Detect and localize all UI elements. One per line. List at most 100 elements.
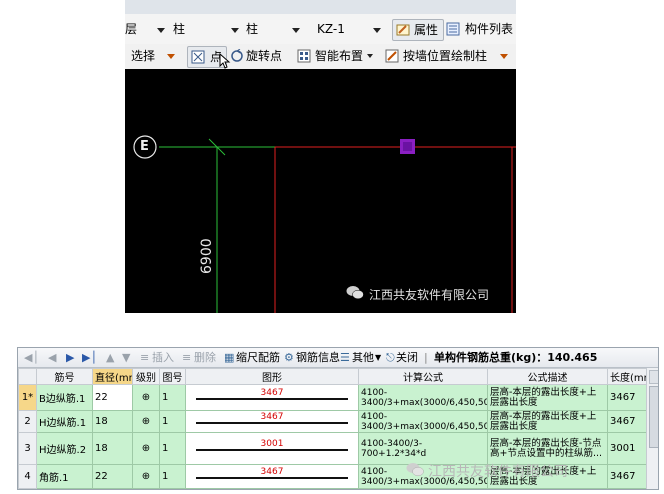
column-header-name[interactable]: 筋号 bbox=[36, 368, 93, 385]
next-record-icon[interactable]: ▶ bbox=[66, 348, 74, 367]
wall-column-chevron-icon[interactable] bbox=[500, 54, 508, 59]
column-header-formula[interactable]: 计算公式 bbox=[358, 368, 488, 385]
insert-button[interactable]: 插入 bbox=[152, 348, 174, 367]
row-index[interactable]: 2 bbox=[18, 410, 37, 433]
prev-record-icon[interactable]: ◀ bbox=[48, 348, 56, 367]
type-combo[interactable]: 柱 bbox=[173, 22, 185, 36]
cell-description[interactable]: 层高-本层的露出长度+上层露出长度 bbox=[487, 410, 608, 433]
floor-combo-chevron-icon[interactable] bbox=[157, 28, 165, 33]
figure-length: 3001 bbox=[260, 439, 284, 449]
first-record-icon[interactable]: ◀│ bbox=[24, 348, 39, 367]
delete-button[interactable]: 删除 bbox=[194, 348, 216, 367]
figure-length: 3467 bbox=[260, 388, 284, 398]
move-up-icon[interactable]: ▲ bbox=[106, 348, 114, 367]
drawing-canvas[interactable]: E 6900 江西共友软件有限公司 bbox=[125, 69, 516, 313]
rotate-point-icon[interactable] bbox=[230, 49, 244, 63]
cell-shape-no[interactable]: 1 bbox=[159, 464, 186, 489]
cell-figure[interactable]: 3467 bbox=[185, 384, 359, 411]
cell-description[interactable]: 层高-本层的露出长度-节点高+节点设置中的柱纵筋... bbox=[487, 432, 608, 465]
point-icon bbox=[191, 50, 205, 64]
rebar-info-button[interactable]: 钢筋信息 bbox=[296, 348, 340, 367]
smart-layout-button[interactable]: 智能布置 bbox=[315, 49, 363, 63]
cell-figure[interactable]: 3467 bbox=[185, 464, 359, 489]
table-header-row: 筋号 直径(mm) 级别 图号 图形 计算公式 公式描述 长度(mm bbox=[18, 368, 647, 385]
smart-layout-icon[interactable] bbox=[297, 49, 311, 63]
wall-column-button[interactable]: 按墙位置绘制柱 bbox=[403, 49, 487, 63]
cell-shape-no[interactable]: 1 bbox=[159, 384, 186, 411]
floor-combo-label[interactable]: 层 bbox=[125, 22, 137, 36]
wall-column-icon[interactable] bbox=[385, 49, 399, 63]
drawing-window: 层 柱 柱 KZ-1 属性 构件列表 选择 点 旋转点 智能布置 按墙位置绘制柱… bbox=[125, 0, 516, 313]
cell-grade[interactable]: ⊕ bbox=[132, 384, 160, 411]
row-index[interactable]: 4 bbox=[18, 464, 37, 489]
cell-name[interactable]: H边纵筋.1 bbox=[36, 410, 93, 433]
row-index[interactable]: 1* bbox=[18, 384, 37, 411]
row-index[interactable]: 3 bbox=[18, 432, 37, 465]
table-vertical-scrollbar[interactable] bbox=[646, 368, 658, 489]
cell-length[interactable]: 3467 bbox=[607, 464, 647, 489]
select-chevron-icon[interactable] bbox=[167, 54, 175, 59]
rebar-panel: ◀│ ◀ ▶ ▶│ ▲ ▼ ≡ 插入 ≡ 删除 ▦ 缩尺配筋 ⚙ 钢筋信息 ☰ … bbox=[17, 347, 659, 490]
cell-shape-no[interactable]: 1 bbox=[159, 432, 186, 465]
cell-formula[interactable]: 4100-3400/3+max(3000/6,450,500) bbox=[358, 384, 488, 411]
scroll-up-icon[interactable] bbox=[649, 370, 658, 384]
cell-description[interactable]: 层高-本层的露出长度+上层露出长度 bbox=[487, 384, 608, 411]
cell-length[interactable]: 3467 bbox=[607, 384, 647, 411]
smart-layout-chevron-icon[interactable] bbox=[367, 54, 373, 58]
cell-length[interactable]: 3001 bbox=[607, 432, 647, 465]
type-combo-chevron-icon[interactable] bbox=[231, 28, 239, 33]
move-down-icon[interactable]: ▼ bbox=[122, 348, 130, 367]
cell-grade[interactable]: ⊕ bbox=[132, 432, 160, 465]
cell-diameter[interactable]: 22 bbox=[92, 464, 133, 489]
column-header-length[interactable]: 长度(mm bbox=[607, 368, 647, 385]
figure-length: 3467 bbox=[260, 467, 284, 477]
cell-name[interactable]: B边纵筋.1 bbox=[36, 384, 93, 411]
cell-diameter[interactable]: 18 bbox=[92, 432, 133, 465]
component-combo-chevron-icon[interactable] bbox=[373, 28, 381, 33]
component-list-button[interactable]: 构件列表 bbox=[445, 19, 516, 39]
properties-button[interactable]: 属性 bbox=[392, 19, 444, 41]
scale-rebar-button[interactable]: 缩尺配筋 bbox=[236, 348, 280, 367]
table-row[interactable]: 3 H边纵筋.2 18 ⊕ 1 3001 4100-3400/3-700+1.2… bbox=[18, 432, 647, 465]
cell-formula[interactable]: 4100-3400/3-700+1.2*34*d bbox=[358, 432, 488, 465]
rebar-table-container: 筋号 直径(mm) 级别 图号 图形 计算公式 公式描述 长度(mm 1* B边… bbox=[18, 368, 658, 489]
cell-figure[interactable]: 3001 bbox=[185, 432, 359, 465]
subtype-combo[interactable]: 柱 bbox=[246, 22, 258, 36]
scroll-thumb[interactable] bbox=[649, 386, 658, 448]
cell-grade[interactable]: ⊕ bbox=[132, 410, 160, 433]
cell-name[interactable]: H边纵筋.2 bbox=[36, 432, 93, 465]
close-button[interactable]: 关闭 bbox=[396, 348, 418, 367]
delete-icon: ≡ bbox=[182, 351, 192, 364]
canvas-watermark: 江西共友软件有限公司 bbox=[369, 288, 490, 302]
component-toolbar: 层 柱 柱 KZ-1 属性 构件列表 bbox=[125, 14, 516, 45]
cell-name[interactable]: 角筋.1 bbox=[36, 464, 93, 489]
other-chevron-icon[interactable]: ▼ bbox=[375, 348, 381, 367]
cell-formula[interactable]: 4100-3400/3+max(3000/6,450,500) bbox=[358, 410, 488, 433]
canvas-drawing bbox=[133, 135, 516, 313]
row-header-corner bbox=[18, 368, 37, 385]
insert-icon: ≡ bbox=[140, 351, 150, 364]
cell-grade[interactable]: ⊕ bbox=[132, 464, 160, 489]
other-menu-button[interactable]: 其他 bbox=[352, 348, 374, 367]
column-header-diameter[interactable]: 直径(mm) bbox=[92, 368, 133, 385]
cell-diameter[interactable]: 18 bbox=[92, 410, 133, 433]
column-header-figure[interactable]: 图形 bbox=[185, 368, 359, 385]
last-record-icon[interactable]: ▶│ bbox=[82, 348, 97, 367]
cell-length[interactable]: 3467 bbox=[607, 410, 647, 433]
column-header-description[interactable]: 公式描述 bbox=[487, 368, 608, 385]
title-strip bbox=[125, 0, 516, 15]
select-button[interactable]: 选择 bbox=[131, 49, 155, 63]
cell-figure[interactable]: 3467 bbox=[185, 410, 359, 433]
component-combo[interactable]: KZ-1 bbox=[317, 22, 345, 36]
column-header-grade[interactable]: 级别 bbox=[132, 368, 160, 385]
cell-shape-no[interactable]: 1 bbox=[159, 410, 186, 433]
column-header-shape[interactable]: 图号 bbox=[159, 368, 186, 385]
table-row[interactable]: 2 H边纵筋.1 18 ⊕ 1 3467 4100-3400/3+max(300… bbox=[18, 410, 647, 433]
column-kz1-inner bbox=[403, 142, 412, 151]
subtype-combo-chevron-icon[interactable] bbox=[292, 28, 300, 33]
cell-diameter[interactable]: 22 bbox=[92, 384, 133, 411]
table-row[interactable]: 1* B边纵筋.1 22 ⊕ 1 3467 4100-3400/3+max(30… bbox=[18, 384, 647, 411]
rotate-point-button[interactable]: 旋转点 bbox=[246, 49, 282, 63]
scale-icon: ▦ bbox=[224, 351, 235, 364]
total-weight-label: 单构件钢筋总重(kg)：140.465 bbox=[434, 351, 598, 364]
